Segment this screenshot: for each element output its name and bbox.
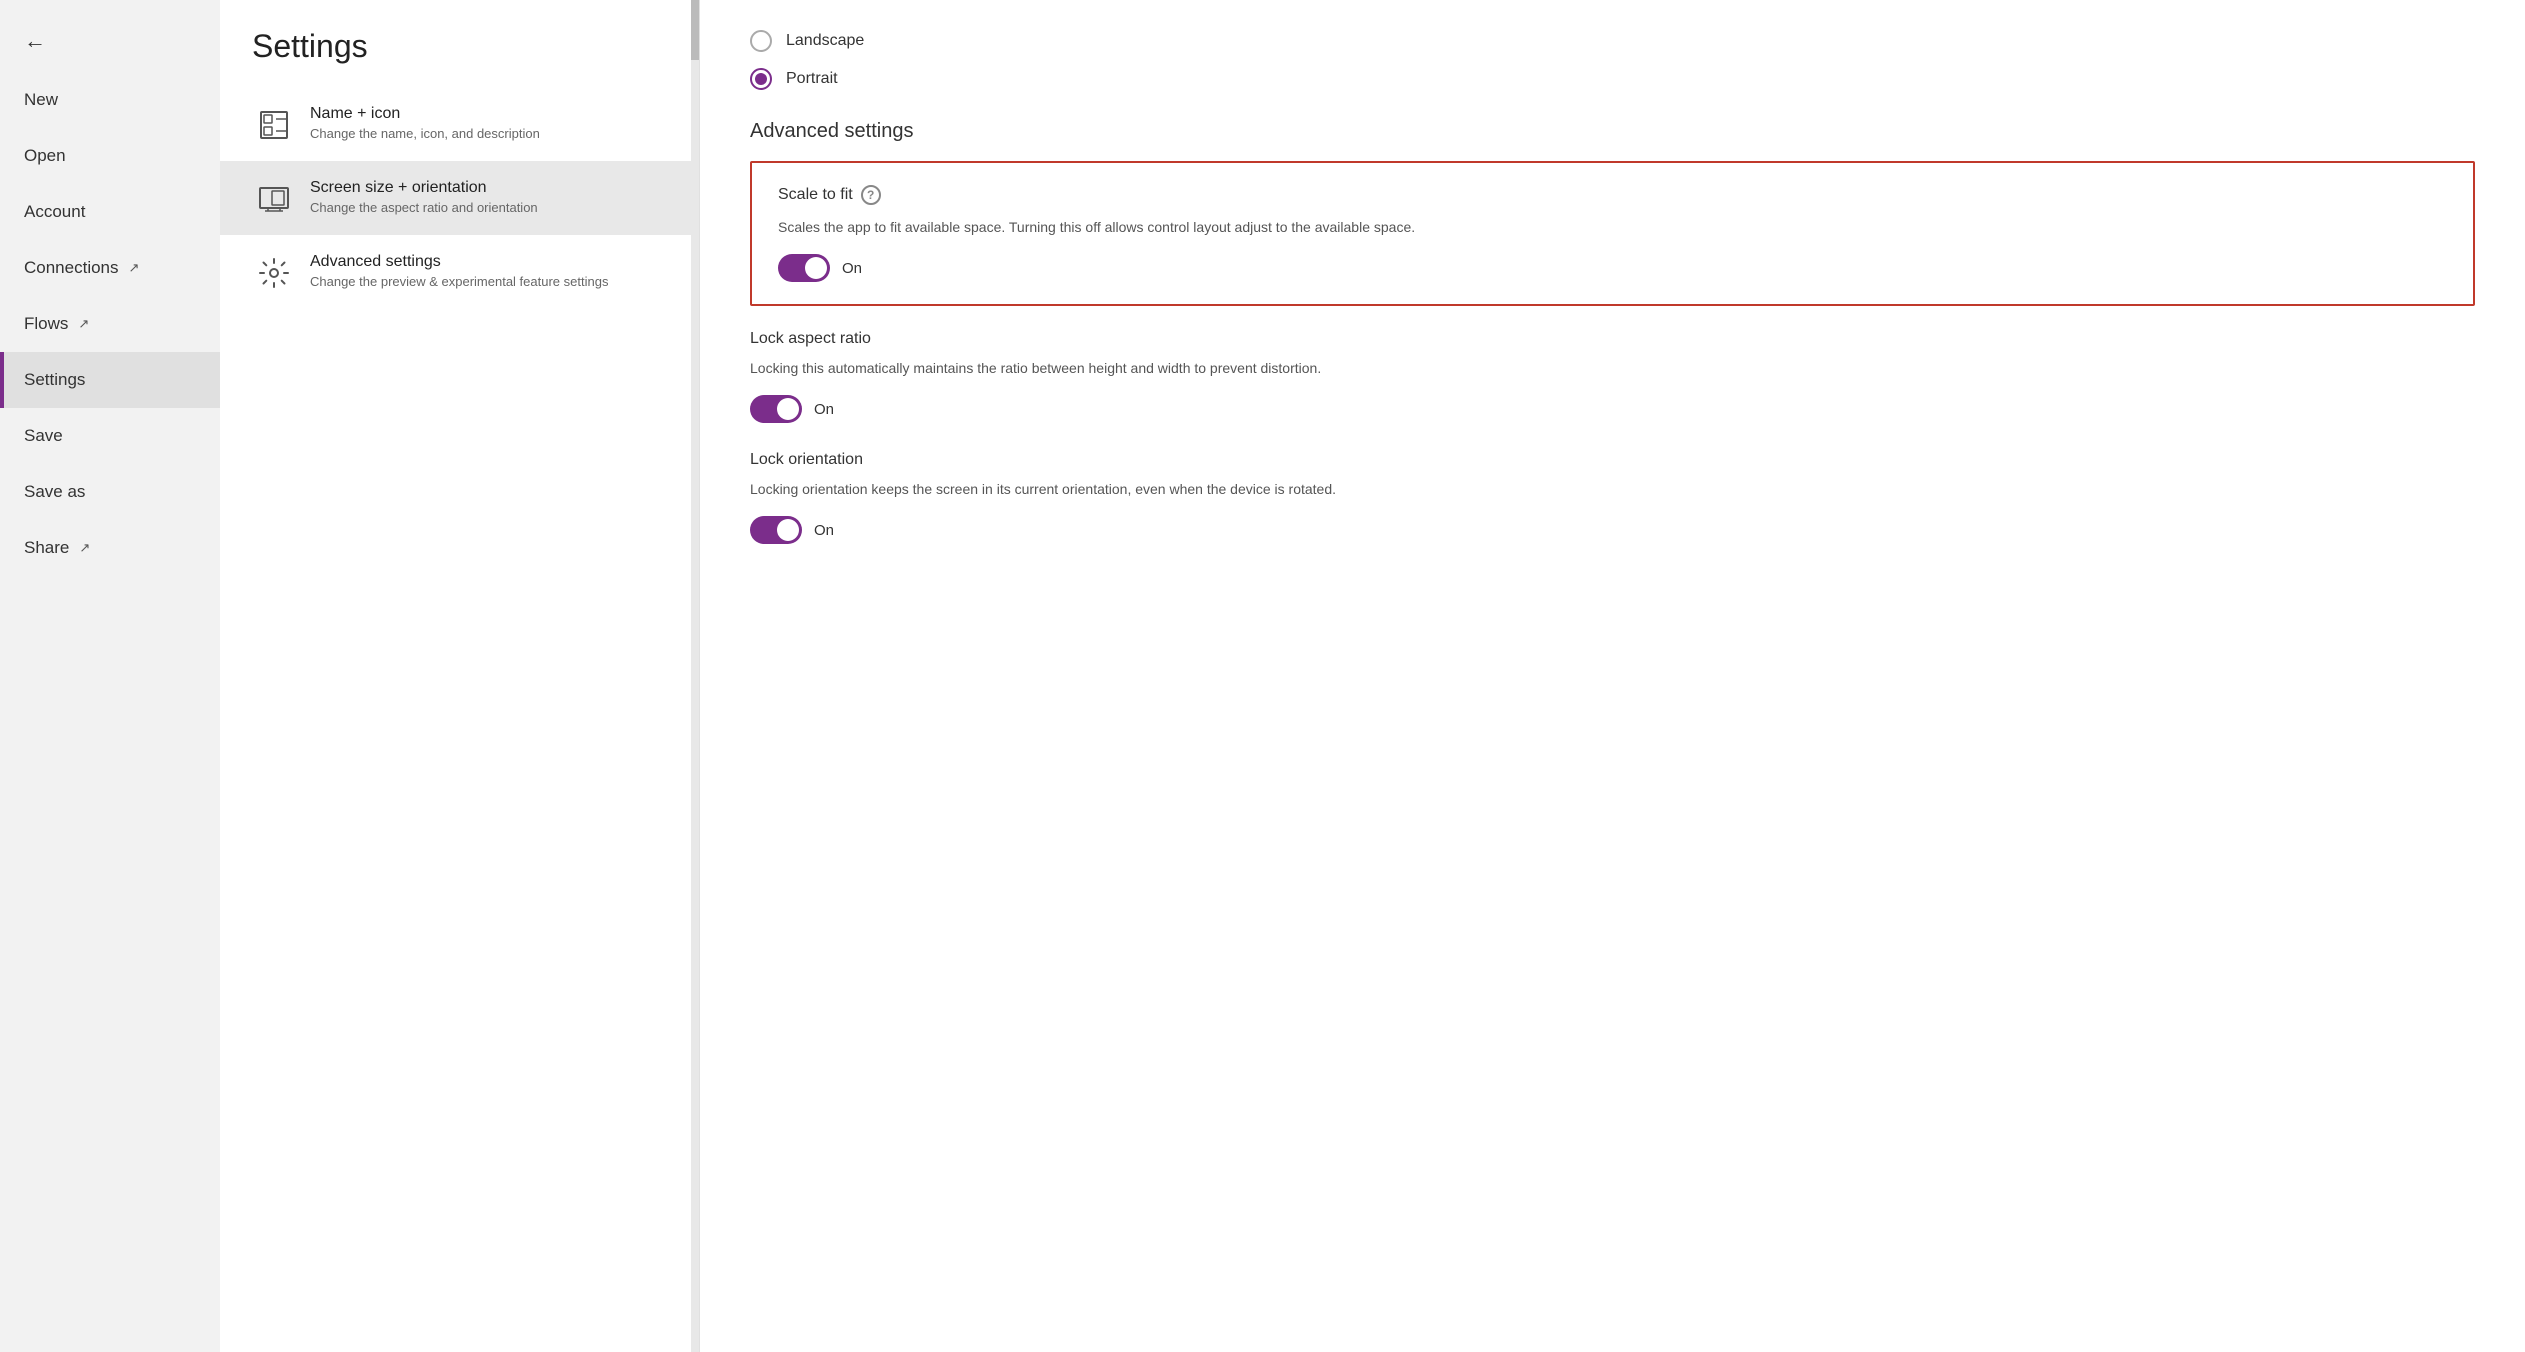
screen-size-icon <box>256 181 292 217</box>
landscape-radio[interactable]: Landscape <box>750 30 2475 52</box>
name-icon-label: Name + icon <box>310 105 540 123</box>
advanced-text: Advanced settings Change the preview & e… <box>310 253 608 289</box>
scale-to-fit-desc: Scales the app to fit available space. T… <box>778 217 2447 238</box>
scrollbar-track[interactable] <box>691 0 699 1352</box>
portrait-radio-circle[interactable] <box>750 68 772 90</box>
scale-to-fit-toggle[interactable] <box>778 254 830 282</box>
lock-orientation-desc: Locking orientation keeps the screen in … <box>750 479 2475 500</box>
portrait-label: Portrait <box>786 70 838 88</box>
sidebar-item-open[interactable]: Open <box>0 128 220 184</box>
orientation-radio-group: Landscape Portrait <box>750 30 2475 90</box>
lock-aspect-ratio-desc: Locking this automatically maintains the… <box>750 358 2475 379</box>
external-link-icon: ↗ <box>129 260 140 276</box>
settings-nav-name-icon[interactable]: Name + icon Change the name, icon, and d… <box>220 87 699 161</box>
lock-aspect-ratio-block: Lock aspect ratio Locking this automatic… <box>750 330 2475 423</box>
lock-aspect-ratio-toggle[interactable] <box>750 395 802 423</box>
screen-size-text: Screen size + orientation Change the asp… <box>310 179 538 215</box>
settings-nav-screen-size[interactable]: Screen size + orientation Change the asp… <box>220 161 699 235</box>
name-icon-text: Name + icon Change the name, icon, and d… <box>310 105 540 141</box>
portrait-radio[interactable]: Portrait <box>750 68 2475 90</box>
lock-orientation-state: On <box>814 522 834 539</box>
scale-to-fit-card: Scale to fit ? Scales the app to fit ava… <box>750 161 2475 306</box>
lock-aspect-ratio-state: On <box>814 401 834 418</box>
lock-aspect-ratio-label: Lock aspect ratio <box>750 330 2475 348</box>
landscape-label: Landscape <box>786 32 864 50</box>
sidebar-item-label: Share <box>24 538 69 558</box>
landscape-radio-circle[interactable] <box>750 30 772 52</box>
lock-orientation-toggle[interactable] <box>750 516 802 544</box>
sidebar-item-flows[interactable]: Flows ↗ <box>0 296 220 352</box>
screen-size-desc: Change the aspect ratio and orientation <box>310 200 538 215</box>
lock-orientation-block: Lock orientation Locking orientation kee… <box>750 451 2475 544</box>
sidebar-item-label: New <box>24 90 58 110</box>
name-icon-desc: Change the name, icon, and description <box>310 126 540 141</box>
sidebar-item-label: Account <box>24 202 85 222</box>
lock-aspect-ratio-toggle-row: On <box>750 395 2475 423</box>
settings-list-panel: Settings Name + icon Change the name, ic… <box>220 0 700 1352</box>
advanced-settings-icon <box>256 255 292 291</box>
sidebar-item-label: Open <box>24 146 66 166</box>
settings-title: Settings <box>220 0 699 87</box>
sidebar-item-settings[interactable]: Settings <box>0 352 220 408</box>
sidebar-item-label: Save <box>24 426 63 446</box>
sidebar-item-label: Save as <box>24 482 85 502</box>
sidebar-item-new[interactable]: New <box>0 72 220 128</box>
sidebar-nav: New Open Account Connections ↗ Flows ↗ S… <box>0 72 220 1352</box>
scale-to-fit-state: On <box>842 260 862 277</box>
advanced-desc: Change the preview & experimental featur… <box>310 274 608 289</box>
sidebar-item-save-as[interactable]: Save as <box>0 464 220 520</box>
lock-orientation-toggle-row: On <box>750 516 2475 544</box>
sidebar-item-connections[interactable]: Connections ↗ <box>0 240 220 296</box>
sidebar-item-share[interactable]: Share ↗ <box>0 520 220 576</box>
sidebar-item-save[interactable]: Save <box>0 408 220 464</box>
scale-to-fit-title-row: Scale to fit ? <box>778 185 2447 205</box>
sidebar-item-label: Settings <box>24 370 85 390</box>
sidebar-item-label: Connections <box>24 258 119 278</box>
back-button[interactable]: ← <box>0 10 220 72</box>
sidebar-item-label: Flows <box>24 314 68 334</box>
advanced-label: Advanced settings <box>310 253 608 271</box>
scale-to-fit-toggle-row: On <box>778 254 2447 282</box>
screen-size-label: Screen size + orientation <box>310 179 538 197</box>
settings-content: Landscape Portrait Advanced settings Sca… <box>700 0 2525 1352</box>
settings-nav-advanced[interactable]: Advanced settings Change the preview & e… <box>220 235 699 309</box>
sidebar: ← New Open Account Connections ↗ Flows ↗… <box>0 0 220 1352</box>
scale-to-fit-help-icon[interactable]: ? <box>861 185 881 205</box>
name-icon-icon <box>256 107 292 143</box>
scrollbar-thumb[interactable] <box>691 0 699 60</box>
external-link-icon: ↗ <box>78 316 89 332</box>
sidebar-item-account[interactable]: Account <box>0 184 220 240</box>
external-link-icon: ↗ <box>79 540 90 556</box>
advanced-settings-section-title: Advanced settings <box>750 120 2475 143</box>
content-area: Settings Name + icon Change the name, ic… <box>220 0 2525 1352</box>
lock-orientation-label: Lock orientation <box>750 451 2475 469</box>
scale-to-fit-label: Scale to fit <box>778 186 853 204</box>
